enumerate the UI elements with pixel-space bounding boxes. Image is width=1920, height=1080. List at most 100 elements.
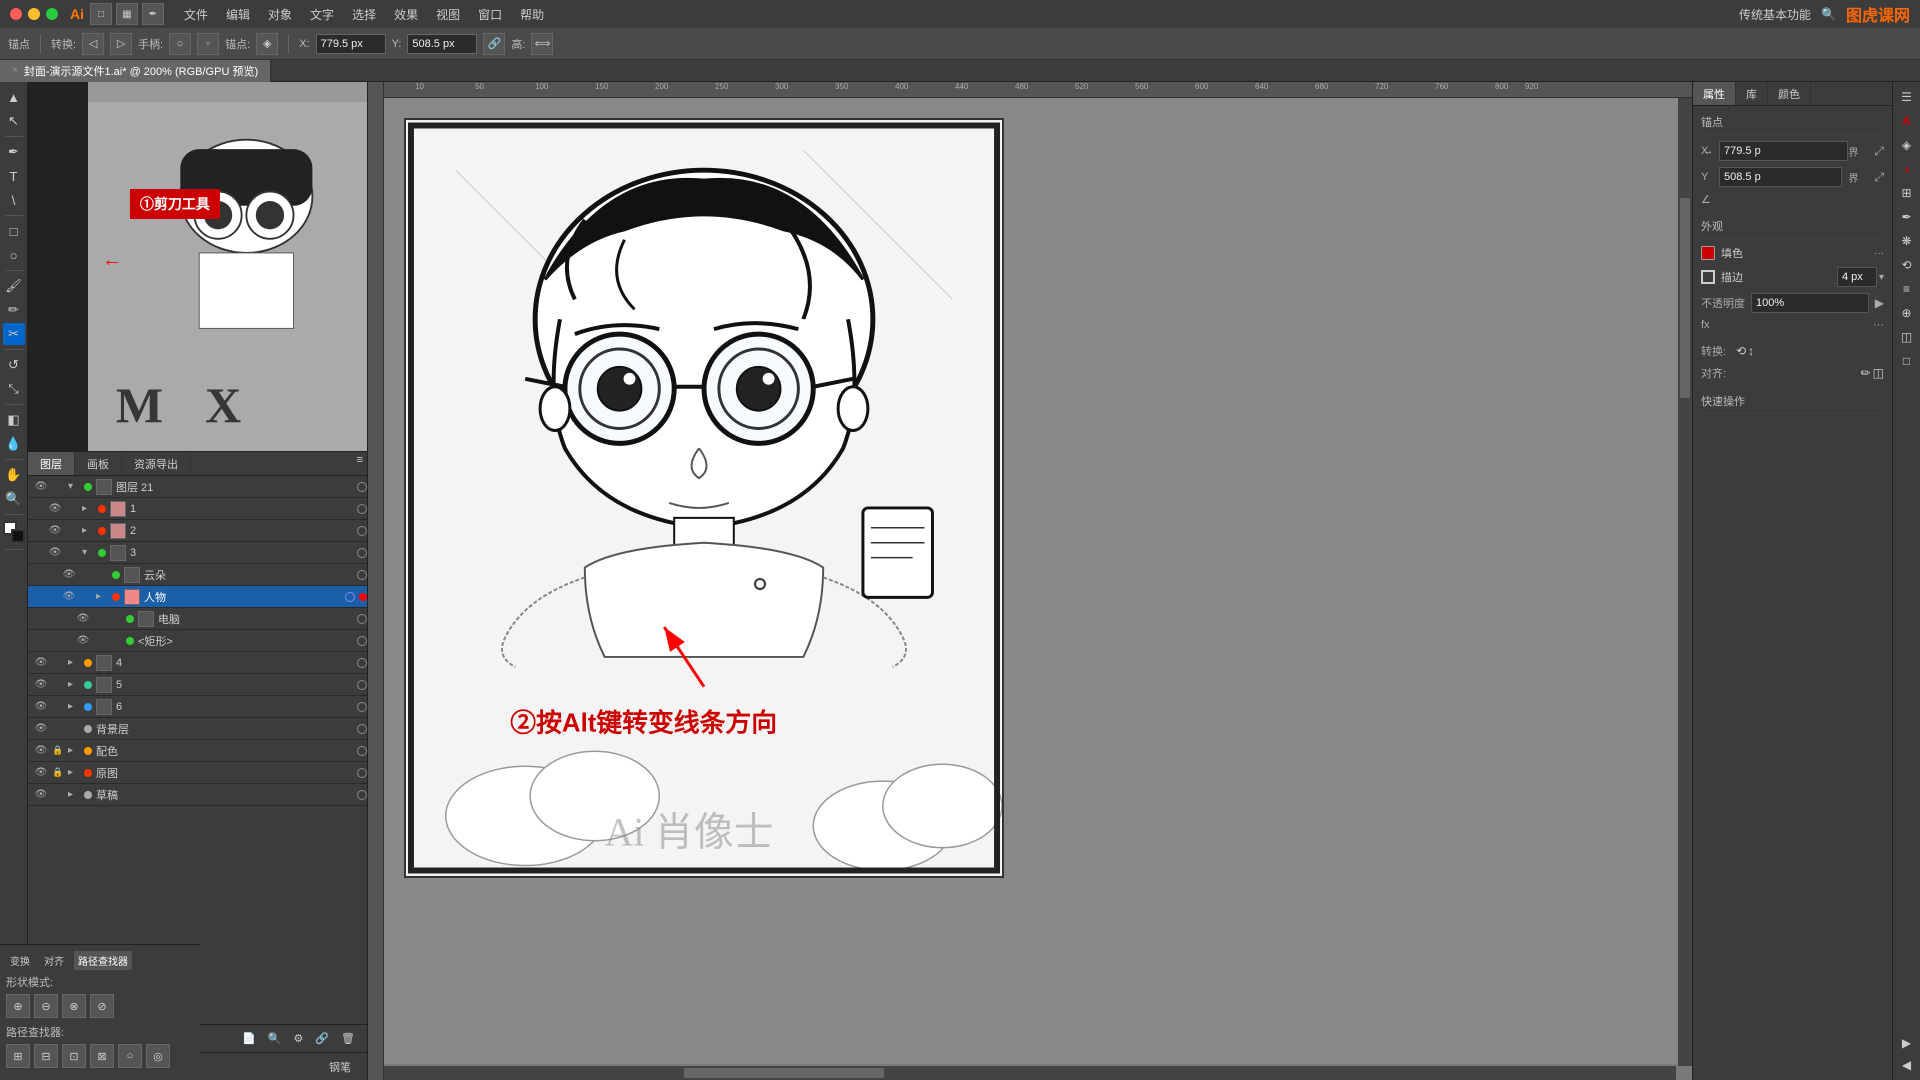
search-layer-btn[interactable]: 🔍 — [264, 1030, 286, 1047]
layer-item[interactable]: 👁 <矩形> — [28, 630, 367, 652]
maximize-button[interactable] — [46, 8, 58, 20]
symbols-icon[interactable]: ❋ — [1896, 230, 1918, 252]
scale-tool[interactable]: ⤡ — [3, 378, 25, 400]
layer-item[interactable]: 👁 云朵 — [28, 564, 367, 586]
x-input[interactable] — [316, 34, 386, 54]
transform-btn2[interactable]: ↕ — [1748, 344, 1754, 358]
layers-icon[interactable]: ◫ — [1896, 326, 1918, 348]
v-scroll-thumb[interactable] — [1680, 198, 1690, 398]
visibility-toggle[interactable]: 👁 — [34, 722, 48, 736]
visibility-toggle[interactable]: 👁 — [34, 744, 48, 758]
zoom-tool[interactable]: 🔍 — [3, 488, 25, 510]
scissor-tool[interactable]: ✂ — [3, 323, 25, 345]
tab-artboards[interactable]: 画板 — [75, 452, 122, 475]
layer-item[interactable]: 👁 ▸ 2 — [28, 520, 367, 542]
convert-btn2[interactable]: ▷ — [110, 33, 132, 55]
menu-edit[interactable]: 编辑 — [218, 4, 258, 25]
layer-item[interactable]: 👁 ▸ 4 — [28, 652, 367, 674]
horizontal-scrollbar[interactable] — [384, 1066, 1676, 1080]
rect-tool[interactable]: □ — [3, 220, 25, 242]
color-icon[interactable]: ◑ — [1896, 158, 1918, 180]
visibility-toggle[interactable]: 👁 — [48, 524, 62, 538]
layer-options-btn[interactable]: ⚙ — [289, 1030, 307, 1047]
x-property-input[interactable] — [1719, 141, 1848, 161]
pathfinder-icon[interactable]: ⊕ — [1896, 302, 1918, 324]
layer-item[interactable]: 👁 ▸ 1 — [28, 498, 367, 520]
collapse-icon[interactable]: ◀ — [1896, 1054, 1918, 1076]
menu-view[interactable]: 视图 — [428, 4, 468, 25]
merge-btn[interactable]: ⊡ — [62, 1044, 86, 1068]
type-tool[interactable]: T — [3, 165, 25, 187]
selection-tool[interactable]: ▲ — [3, 86, 25, 108]
visibility-toggle[interactable]: 👁 — [34, 788, 48, 802]
y-input[interactable] — [407, 34, 477, 54]
tab-asset-export[interactable]: 资源导出 — [122, 452, 191, 475]
visibility-toggle[interactable]: 👁 — [76, 612, 90, 626]
layer-item[interactable]: 👁 电脑 — [28, 608, 367, 630]
layer-item[interactable]: 👁 ▸ 5 — [28, 674, 367, 696]
h-scroll-thumb[interactable] — [684, 1068, 884, 1078]
layer-item[interactable]: 👁 ▸ 6 — [28, 696, 367, 718]
visibility-toggle[interactable]: 👁 — [34, 766, 48, 780]
visibility-toggle[interactable]: 👁 — [48, 502, 62, 516]
minus-front-btn[interactable]: ⊖ — [34, 994, 58, 1018]
transform-btn1[interactable]: ⟲ — [1736, 344, 1746, 358]
layer-item[interactable]: 👁 ▸ 草稿 — [28, 784, 367, 806]
menu-help[interactable]: 帮助 — [512, 4, 552, 25]
pen-icon[interactable]: ✒ — [142, 3, 164, 25]
expand-toggle[interactable]: ▸ — [82, 503, 94, 514]
layer-item-renwu[interactable]: 👁 ▸ 人物 — [28, 586, 367, 608]
search-icon[interactable]: 🔍 — [1821, 7, 1836, 21]
ellipse-tool[interactable]: ○ — [3, 244, 25, 266]
expand-icon[interactable]: ⟺ — [531, 33, 553, 55]
menu-object[interactable]: 对象 — [260, 4, 300, 25]
layer-item[interactable]: 👁 背景层 — [28, 718, 367, 740]
visibility-toggle[interactable]: 👁 — [34, 656, 48, 670]
swatches-icon[interactable]: ⊞ — [1896, 182, 1918, 204]
stroke-width-input[interactable] — [1837, 267, 1877, 287]
hand-btn1[interactable]: ○ — [169, 33, 191, 55]
new-doc-icon[interactable]: □ — [90, 3, 112, 25]
expand-toggle[interactable]: ▸ — [82, 525, 94, 536]
layer-item[interactable]: 👁 ▾ 图层 21 — [28, 476, 367, 498]
fill-swatch[interactable] — [1701, 246, 1715, 260]
expand-toggle[interactable]: ▸ — [96, 591, 108, 602]
library-icon[interactable]: ◈ — [1896, 134, 1918, 156]
menu-file[interactable]: 文件 — [176, 4, 216, 25]
visibility-toggle[interactable]: 👁 — [62, 568, 76, 582]
anchor-corner-btn[interactable]: ◫ — [1873, 366, 1884, 380]
fx-more-btn[interactable]: ··· — [1873, 319, 1884, 331]
open-icon[interactable]: ▦ — [116, 3, 138, 25]
expand-icon[interactable]: ▶ — [1896, 1032, 1918, 1054]
y-property-input[interactable] — [1719, 167, 1842, 187]
pathfinder-tab[interactable]: 路径查找器 — [74, 951, 132, 970]
visibility-toggle[interactable]: 👁 — [62, 590, 76, 604]
hand-btn2[interactable]: ◦ — [197, 33, 219, 55]
pen-tool[interactable]: ✒ — [3, 141, 25, 163]
expand-toggle[interactable]: ▸ — [68, 767, 80, 778]
anchor-edit-btn[interactable]: ✏ — [1861, 366, 1871, 380]
layer-item[interactable]: 👁 🔒 ▸ 配色 — [28, 740, 367, 762]
new-layer-btn[interactable]: 📄 — [238, 1030, 260, 1047]
a-text-icon[interactable]: A — [1896, 110, 1918, 132]
link-icon[interactable]: 🔗 — [483, 33, 505, 55]
tab-color[interactable]: 颜色 — [1768, 82, 1811, 105]
layer-link-btn[interactable]: 🔗 — [311, 1030, 333, 1047]
artboards-icon[interactable]: □ — [1896, 350, 1918, 372]
pencil-tool[interactable]: ✏ — [3, 299, 25, 321]
expand-toggle[interactable]: ▸ — [68, 679, 80, 690]
minimize-button[interactable] — [28, 8, 40, 20]
exclude-btn[interactable]: ⊘ — [90, 994, 114, 1018]
gradient-tool[interactable]: ◧ — [3, 409, 25, 431]
minus-back-btn[interactable]: ◎ — [146, 1044, 170, 1068]
anchor-btn[interactable]: ◈ — [256, 33, 278, 55]
tab-close-icon[interactable]: × — [12, 65, 18, 76]
layer-item[interactable]: 👁 🔒 ▸ 原图 — [28, 762, 367, 784]
delete-layer-btn[interactable]: 🗑 — [337, 1030, 359, 1047]
visibility-toggle[interactable]: 👁 — [76, 634, 90, 648]
brush-panel-icon[interactable]: ✒ — [1896, 206, 1918, 228]
trim-btn[interactable]: ⊟ — [34, 1044, 58, 1068]
expand-toggle[interactable]: ▾ — [68, 481, 80, 492]
rotate-tool[interactable]: ↺ — [3, 354, 25, 376]
x-expand-btn[interactable]: ⤢ — [1874, 144, 1884, 159]
